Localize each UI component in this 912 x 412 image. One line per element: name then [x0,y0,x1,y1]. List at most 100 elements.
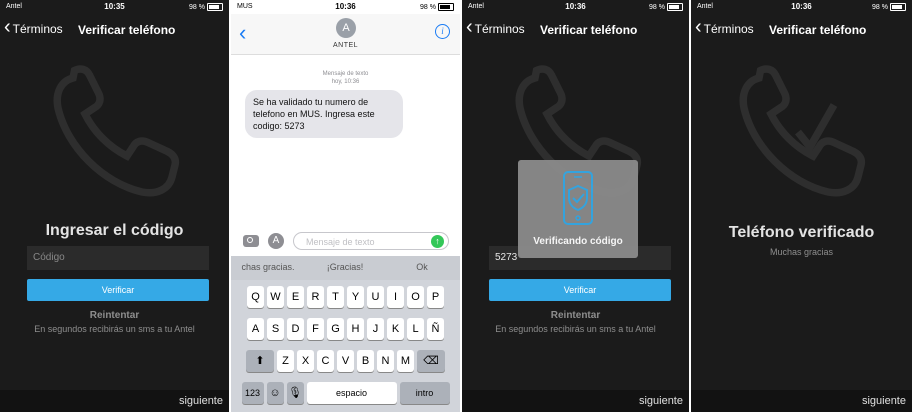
key-row-1: Q W E R T Y U I O P [231,286,460,308]
battery-indicator: 98 % [872,3,906,11]
contact-name: ANTEL [332,42,359,49]
key[interactable]: F [307,318,324,340]
message-bubble: Se ha validado tu numero de telefono en … [245,90,403,138]
chevron-left-icon: ‹ [695,16,702,38]
footer-bar: siguiente [0,390,229,412]
back-label: Términos [474,22,525,36]
numbers-key[interactable]: 123 [241,382,264,404]
message-time: hoy, 10:36 [331,79,360,85]
page-title: Verificar teléfono [78,23,176,37]
key[interactable]: M [397,350,414,372]
screen-verified: Antel 10:36 98 % ‹ Términos Verificar te… [691,0,912,412]
battery-indicator: 98 % [189,3,223,11]
verifying-overlay: Verificando código [518,160,638,258]
nav-bar: ‹ Términos Verificar teléfono [0,16,229,44]
key[interactable]: A [247,318,264,340]
keyboard: chas gracias. ¡Gracias! Ok Q W E R T Y U… [231,256,460,412]
conversation-header: ‹ A ANTEL i [231,14,460,55]
status-bar: Antel 10:35 98 % [0,0,229,14]
chevron-left-icon: ‹ [466,16,473,38]
footer-bar: siguiente [462,390,689,412]
key[interactable]: H [347,318,364,340]
key[interactable]: G [327,318,344,340]
key[interactable]: B [357,350,374,372]
phone-icon [53,65,180,197]
prediction-3[interactable]: Ok [386,262,458,272]
phone-check-icon [739,65,866,197]
backspace-icon[interactable]: ⌫ [417,350,445,372]
back-button[interactable]: ‹ Términos [466,16,525,38]
key[interactable]: O [407,286,424,308]
key[interactable]: Z [277,350,294,372]
battery-icon [438,3,454,11]
next-button[interactable]: siguiente [639,395,683,407]
message-input[interactable]: Mensaje de texto [293,232,449,250]
verify-button[interactable]: Verificar [27,279,209,301]
info-icon[interactable]: i [435,24,450,39]
key[interactable]: D [287,318,304,340]
key[interactable]: T [327,286,344,308]
resend-link[interactable]: Reintentar [0,310,229,321]
emoji-icon[interactable]: ☺ [266,382,284,404]
key[interactable]: X [297,350,314,372]
sms-hint-text: En segundos recibirás un sms a tu Antel [495,324,656,334]
camera-icon[interactable] [243,235,259,247]
avatar[interactable]: A [336,18,356,38]
battery-icon [890,3,906,11]
nav-bar: ‹ Términos Verificar teléfono [691,16,912,44]
enter-code-heading: Ingresar el código [45,222,184,239]
verified-heading: Teléfono verificado [728,224,875,241]
key[interactable]: C [317,350,334,372]
next-button[interactable]: siguiente [862,395,906,407]
message-composer: A Mensaje de texto ↑ [231,229,460,255]
key[interactable]: S [267,318,284,340]
thanks-text: Muchas gracias [769,247,834,257]
app-store-icon[interactable]: A [268,233,284,249]
status-bar: MUS 10:36 98 % [231,0,460,14]
verifying-text: Verificando código [533,236,623,247]
sms-hint-text: En segundos recibirás un sms a tu Antel [34,324,195,334]
key[interactable]: K [387,318,404,340]
key[interactable]: V [337,350,354,372]
verify-button[interactable]: Verificar [489,279,671,301]
key[interactable]: N [377,350,394,372]
message-meta: Mensaje de texto hoy, 10:36 [231,70,460,86]
page-title: Verificar teléfono [769,23,867,37]
back-button[interactable]: ‹ Términos [4,17,63,37]
phone-shield-icon [563,171,593,225]
key[interactable]: I [387,286,404,308]
prediction-2[interactable]: ¡Gracias! [309,262,381,272]
send-icon[interactable]: ↑ [431,235,444,248]
key-row-4: 123 ☺ 🎙 espacio intro [231,382,460,404]
screen-enter-code: Antel 10:35 98 % ‹ Términos Verificar te… [0,0,229,412]
resend-link[interactable]: Reintentar [462,310,689,321]
prediction-1[interactable]: chas gracias. [233,262,303,272]
key[interactable]: Y [347,286,364,308]
return-key[interactable]: intro [399,382,450,404]
battery-icon [667,3,683,11]
key[interactable]: Q [247,286,264,308]
code-input[interactable]: Código [27,246,209,270]
page-title: Verificar teléfono [540,23,638,37]
back-button[interactable]: ‹ Términos [695,16,754,38]
key[interactable]: Ñ [427,318,444,340]
space-key[interactable]: espacio [306,382,397,404]
key[interactable]: E [287,286,304,308]
next-button[interactable]: siguiente [179,395,223,407]
microphone-icon[interactable]: 🎙 [286,382,304,404]
back-label: Términos [12,22,63,36]
nav-bar: ‹ Términos Verificar teléfono [462,16,689,44]
key[interactable]: R [307,286,324,308]
key[interactable]: P [427,286,444,308]
message-type: Mensaje de texto [322,71,369,77]
shift-icon[interactable]: ⬆ [246,350,274,372]
footer-bar: siguiente [691,390,912,412]
key[interactable]: L [407,318,424,340]
predictive-bar: chas gracias. ¡Gracias! Ok [231,256,460,280]
key[interactable]: W [267,286,284,308]
battery-indicator: 98 % [649,3,683,11]
status-bar: Antel 10:36 98 % [462,0,689,14]
key[interactable]: J [367,318,384,340]
battery-indicator: 98 % [420,3,454,11]
key[interactable]: U [367,286,384,308]
